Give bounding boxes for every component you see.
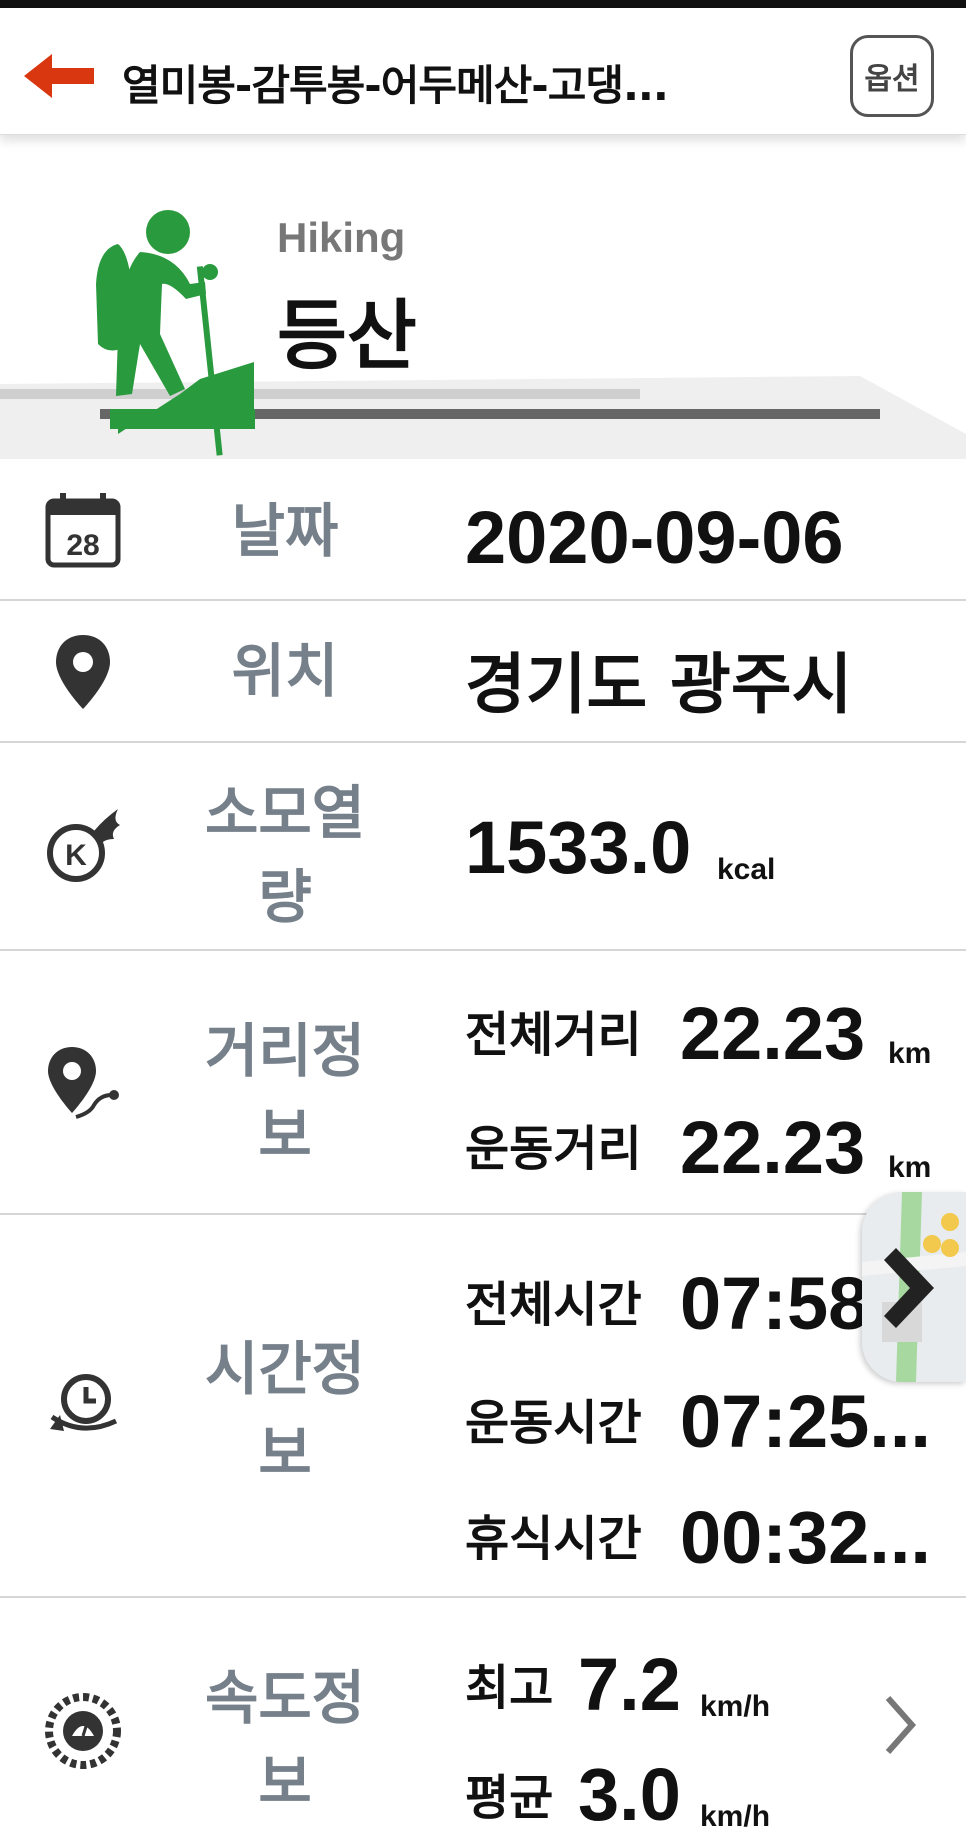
max-speed-value: 7.2 — [578, 1643, 681, 1726]
hero-illustration — [0, 210, 966, 459]
moving-distance-label: 운동거리 — [465, 1121, 642, 1177]
avg-speed-label: 평균 — [465, 1770, 554, 1826]
clock-icon — [50, 1374, 118, 1431]
location-value: 경기도 광주시 — [465, 646, 853, 723]
avg-speed-value: 3.0 — [578, 1753, 681, 1836]
date-value: 2020-09-06 — [465, 496, 844, 579]
status-bar-edge — [0, 0, 966, 8]
page-title: 열미봉-감투봉-어두메산-고댕... — [122, 61, 669, 110]
back-arrow-icon[interactable] — [18, 46, 98, 106]
option-button[interactable]: 옵션 — [850, 35, 934, 117]
location-label: 위치 — [231, 637, 339, 705]
total-distance-unit: km — [888, 1037, 932, 1070]
rest-time-label: 휴식시간 — [465, 1511, 642, 1567]
svg-text:K: K — [65, 839, 87, 872]
speed-row[interactable]: 속도정 보 최고 7.2 km/h 평균 3.0 km/h — [0, 1598, 966, 1836]
activity-type: 등산 — [277, 291, 417, 380]
calories-label: 소모열 량 — [204, 779, 366, 931]
moving-time-value: 07:25... — [680, 1380, 931, 1463]
app-header: 열미봉-감투봉-어두메산-고댕... 옵션 — [0, 8, 966, 135]
distance-route-icon — [48, 1047, 119, 1119]
activity-hero: Hiking 등산 — [0, 134, 966, 459]
time-label: 시간정 보 — [204, 1335, 366, 1487]
calories-value: 1533.0 — [465, 806, 692, 889]
date-row: 28 날짜 2020-09-06 — [0, 459, 966, 601]
activity-type-english: Hiking — [277, 214, 406, 261]
total-time-value: 07:58 — [680, 1262, 862, 1345]
svg-text:28: 28 — [66, 529, 99, 562]
total-distance-label: 전체거리 — [465, 1007, 642, 1063]
max-speed-label: 최고 — [465, 1660, 554, 1716]
moving-distance-value: 22.23 — [680, 1106, 866, 1189]
moving-time-label: 운동시간 — [465, 1395, 642, 1451]
calendar-icon: 28 — [45, 493, 121, 568]
location-pin-icon — [56, 635, 110, 709]
chevron-right-icon[interactable] — [880, 1690, 920, 1760]
calorie-fire-icon: K — [47, 809, 120, 882]
date-label: 날짜 — [231, 497, 339, 565]
rest-time-value: 00:32... — [680, 1496, 931, 1579]
time-row: 시간정 보 전체시간 07:58 운동시간 07:25... 휴식시간 00:3… — [0, 1215, 966, 1598]
map-preview-icon — [862, 1192, 966, 1382]
total-distance-value: 22.23 — [680, 992, 866, 1075]
calories-unit: kcal — [717, 853, 776, 886]
moving-distance-unit: km — [888, 1151, 932, 1184]
map-thumbnail-button[interactable] — [862, 1192, 966, 1382]
distance-row: 거리정 보 전체거리 22.23 km 운동거리 22.23 km — [0, 951, 966, 1215]
speed-label: 속도정 보 — [204, 1664, 366, 1816]
distance-label: 거리정 보 — [204, 1017, 366, 1169]
total-time-label: 전체시간 — [465, 1277, 642, 1333]
max-speed-unit: km/h — [700, 1690, 771, 1723]
hiker-icon — [96, 210, 255, 456]
location-row: 위치 경기도 광주시 — [0, 601, 966, 743]
calories-row: K 소모열 량 1533.0 kcal — [0, 743, 966, 951]
avg-speed-unit: km/h — [700, 1800, 771, 1833]
speedometer-icon — [45, 1693, 121, 1769]
